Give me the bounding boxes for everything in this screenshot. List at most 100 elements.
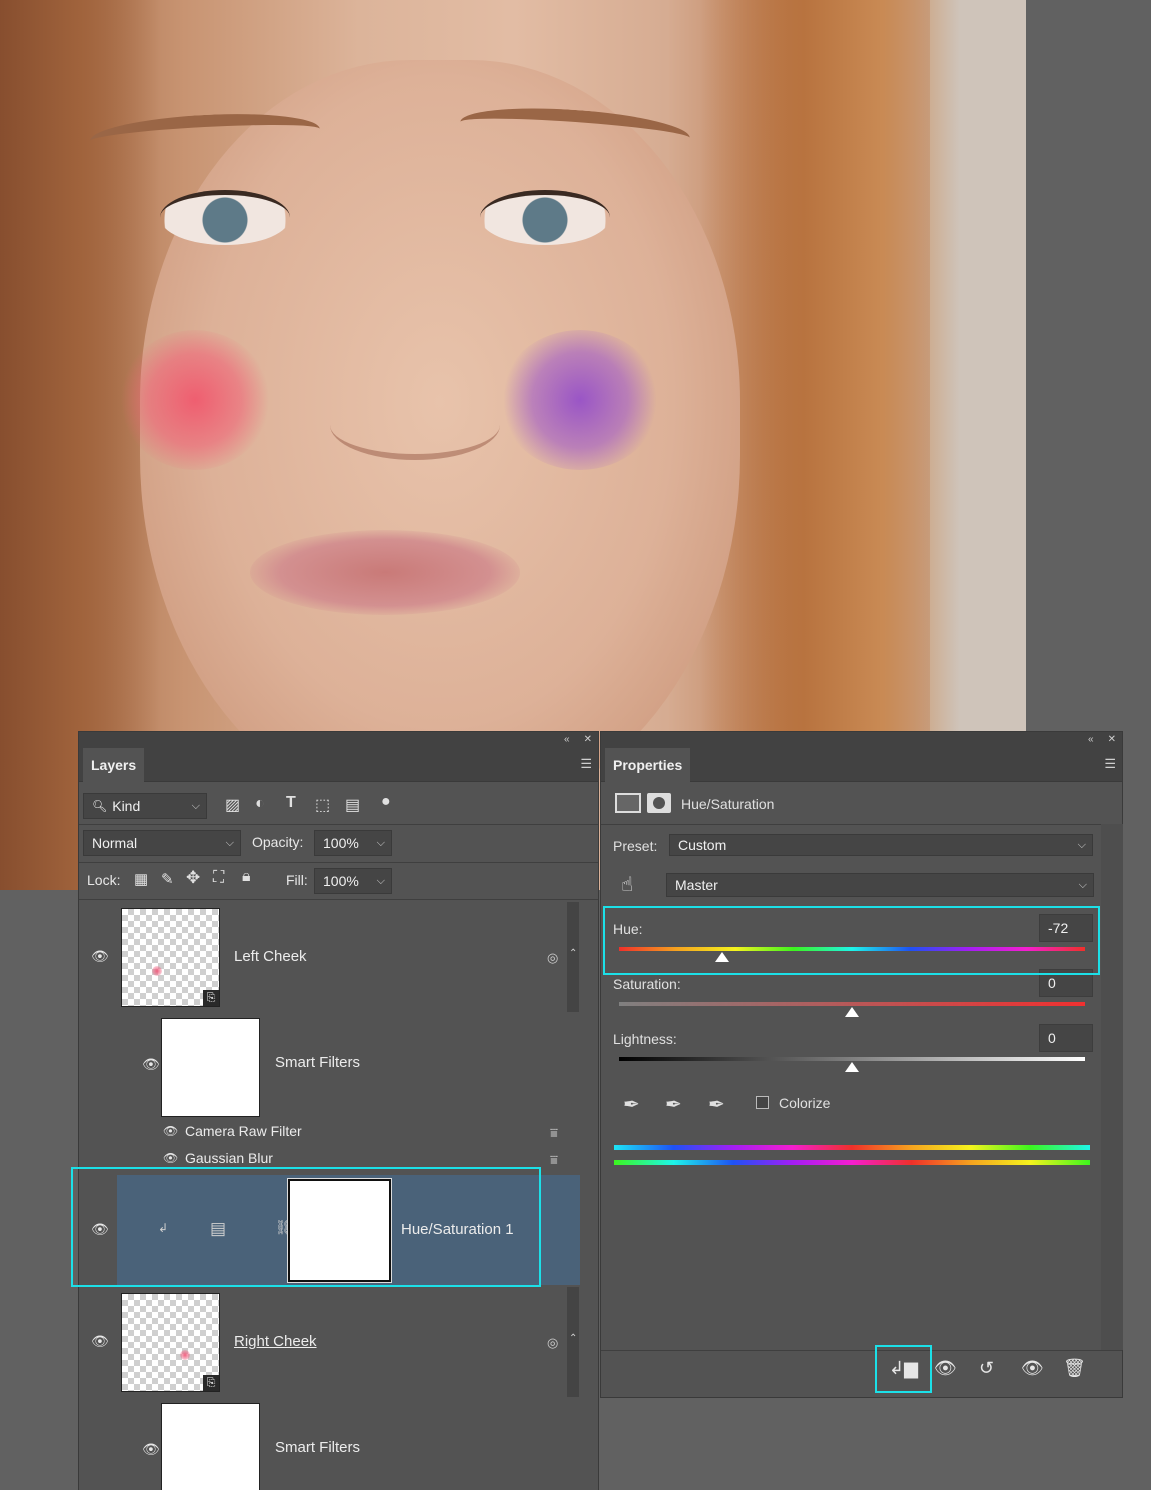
layer-name: Hue/Saturation 1 (401, 1221, 514, 1238)
colorize-label: Colorize (779, 1095, 831, 1111)
chevron-down-icon: ⌵ (1077, 838, 1086, 851)
filter-name: Camera Raw Filter (185, 1123, 302, 1139)
panel-menu-icon[interactable]: ☰ (580, 756, 592, 772)
collapse-filters-chevron-icon[interactable]: ⌃ (569, 948, 577, 959)
layer-row-right-cheek[interactable]: 👁︎ ⎘ Right Cheek ◎ ⌃ (79, 1287, 577, 1395)
filter-row-camera-raw[interactable]: 👁︎ Camera Raw Filter ⩸ (79, 1121, 579, 1145)
filter-kind-select[interactable]: 🔍︎ Kind ⌵ (83, 793, 207, 819)
hue-slider-track[interactable] (619, 947, 1085, 951)
smart-object-filter-icon[interactable]: ▤ (345, 795, 360, 815)
chevron-down-icon: ⌵ (225, 836, 234, 849)
saturation-slider-thumb[interactable] (845, 1007, 859, 1017)
lightness-label: Lightness: (613, 1031, 677, 1047)
layer-mask-thumbnail[interactable] (287, 1178, 392, 1283)
lightness-slider-thumb[interactable] (845, 1062, 859, 1072)
visibility-eye-icon[interactable]: 👁︎ (91, 1221, 109, 1238)
blend-mode-value: Normal (92, 835, 138, 851)
visibility-eye-icon[interactable]: 👁︎ (163, 1151, 178, 1165)
left-cheek-blush (120, 330, 270, 470)
fill-label: Fill: (286, 872, 308, 888)
colorize-checkbox[interactable] (756, 1096, 769, 1109)
visibility-eye-icon[interactable]: 👁︎ (91, 948, 109, 965)
visibility-eye-icon[interactable]: 👁︎ (91, 1333, 109, 1350)
pixel-layer-filter-icon[interactable]: ▨ (225, 795, 240, 815)
smart-filters-label: Smart Filters (275, 1054, 361, 1071)
trash-icon[interactable]: 🗑︎ (1063, 1358, 1086, 1379)
smart-object-badge-icon: ⎘ (203, 1375, 219, 1391)
hue-input[interactable]: -72 (1039, 914, 1093, 942)
collapse-icon[interactable]: « (564, 734, 570, 745)
visibility-eye-icon[interactable]: 👁︎ (142, 1441, 160, 1458)
layer-name: Right Cheek (234, 1333, 317, 1350)
preset-select[interactable]: Custom ⌵ (669, 834, 1093, 856)
opacity-input[interactable]: 100% ⌵ (314, 830, 392, 856)
layers-panel: « ✕ Layers ☰ 🔍︎ Kind ⌵ ▨ ◐ T ⬚ ▤ ● Norma… (78, 731, 599, 1490)
filter-blending-options-icon[interactable]: ⩸ (550, 1152, 558, 1168)
search-icon: 🔍︎ (92, 799, 108, 813)
smart-filters-row[interactable]: 👁︎ Smart Filters (79, 1016, 567, 1122)
divider (79, 862, 598, 863)
filter-blending-options-icon[interactable]: ⩸ (550, 1125, 558, 1141)
properties-header-title: Hue/Saturation (681, 796, 775, 812)
layer-row-left-cheek[interactable]: 👁︎ ⎘ Left Cheek ◎ ⌃ (79, 902, 577, 1010)
lock-label: Lock: (87, 872, 121, 888)
visibility-eye-icon[interactable]: 👁︎ (163, 1124, 178, 1138)
eyedropper-minus-icon[interactable]: ✒︎ (708, 1092, 725, 1117)
tab-layers[interactable]: Layers (83, 748, 145, 782)
properties-panel: « ✕ Properties ☰ Hue/Saturation Preset: … (600, 731, 1123, 1398)
layers-tabbar: Layers ☰ (79, 746, 598, 782)
channel-select[interactable]: Master ⌵ (666, 873, 1094, 897)
lightness-input[interactable]: 0 (1039, 1024, 1093, 1052)
hue-label: Hue: (613, 921, 643, 937)
lock-image-pixels-icon[interactable]: ✎ (161, 870, 174, 888)
targeted-adjustment-hand-icon[interactable]: ☝︎ (621, 872, 633, 897)
reset-icon[interactable]: ↺ (979, 1358, 994, 1379)
toggle-visibility-icon[interactable]: 👁︎ (1021, 1358, 1044, 1379)
lock-transparent-pixels-icon[interactable]: ▦ (134, 870, 148, 888)
smart-filters-row[interactable]: 👁︎ Smart Filters (79, 1401, 567, 1490)
nose (330, 390, 500, 460)
lightness-slider-track[interactable] (619, 1057, 1085, 1061)
fill-value: 100% (323, 873, 359, 889)
filter-row-gaussian-blur[interactable]: 👁︎ Gaussian Blur ⩸ (79, 1148, 579, 1172)
filter-name: Gaussian Blur (185, 1150, 273, 1166)
saturation-input[interactable]: 0 (1039, 969, 1093, 997)
lock-position-icon[interactable]: ✥ (186, 868, 200, 888)
mask-icon[interactable] (647, 793, 671, 813)
hue-slider-thumb[interactable] (715, 952, 729, 962)
blush-dot (180, 1350, 190, 1360)
smart-filter-indicator-icon: ◎ (547, 950, 559, 965)
layer-name: Left Cheek (234, 948, 307, 965)
visibility-eye-icon[interactable]: 👁︎ (142, 1056, 160, 1073)
close-icon[interactable]: ✕ (1108, 734, 1116, 745)
divider (79, 899, 598, 900)
filter-toggle-icon[interactable]: ● (381, 793, 391, 811)
panel-menu-icon[interactable]: ☰ (1104, 756, 1116, 772)
divider (601, 1350, 1122, 1351)
type-layer-filter-icon[interactable]: T (286, 794, 296, 812)
properties-scrollbar[interactable] (1101, 824, 1123, 1350)
eyedropper-icon[interactable]: ✒︎ (623, 1092, 640, 1117)
close-icon[interactable]: ✕ (584, 734, 592, 745)
hue-saturation-adjustment-icon: ▤ (210, 1219, 227, 1238)
collapse-icon[interactable]: « (1088, 734, 1094, 745)
preset-value: Custom (678, 837, 727, 853)
hue-range-bottom-bar (614, 1160, 1090, 1165)
adjustment-icon[interactable] (615, 793, 641, 813)
shape-layer-filter-icon[interactable]: ⬚ (315, 795, 330, 815)
fill-input[interactable]: 100% ⌵ (314, 868, 392, 894)
smart-filters-label: Smart Filters (275, 1439, 361, 1456)
collapse-filters-chevron-icon[interactable]: ⌃ (569, 1333, 577, 1344)
tab-properties[interactable]: Properties (605, 748, 691, 782)
clip-to-layer-icon[interactable]: ↲▆ (889, 1358, 918, 1379)
lock-all-icon[interactable]: 🔒︎ (242, 868, 251, 886)
view-previous-state-icon[interactable]: 👁︎ (934, 1358, 957, 1379)
adjustment-layer-filter-icon[interactable]: ◐ (255, 795, 265, 813)
saturation-slider-track[interactable] (619, 1002, 1085, 1006)
lock-artboard-icon[interactable]: ⛶ (213, 869, 224, 887)
layer-row-hue-saturation[interactable]: 👁︎ ↲ ▤ ⛓︎ Hue/Saturation 1 (79, 1175, 579, 1285)
eyedropper-plus-icon[interactable]: ✒︎ (665, 1092, 682, 1117)
opacity-value: 100% (323, 835, 359, 851)
blend-mode-select[interactable]: Normal ⌵ (83, 830, 241, 856)
chevron-down-icon: ⌵ (376, 874, 385, 887)
